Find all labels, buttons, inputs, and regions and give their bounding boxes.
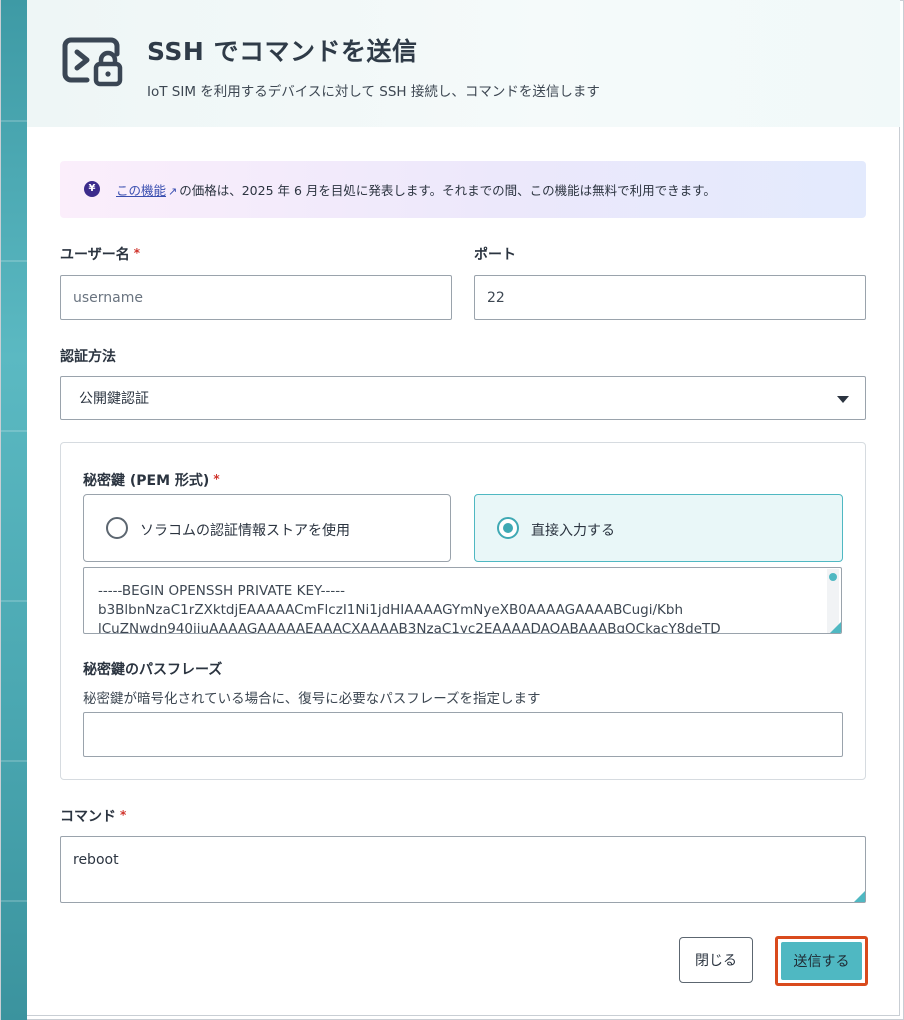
- auth-method-select[interactable]: 公開鍵認証: [60, 376, 866, 420]
- radio-label: 直接入力する: [531, 523, 615, 539]
- auth-method-value: 公開鍵認証: [79, 391, 149, 407]
- auth-method-label: 認証方法: [60, 349, 116, 365]
- key-line: b3BlbnNzaC1rZXktdjEAAAAACmFlczI1Ni1jdHIA…: [98, 602, 684, 618]
- scrollbar-thumb[interactable]: [829, 573, 837, 581]
- radio-direct-input[interactable]: 直接入力する: [474, 494, 843, 562]
- yen-icon: ¥: [84, 181, 100, 197]
- passphrase-description: 秘密鍵が暗号化されている場合に、復号に必要なパスフレーズを指定します: [83, 691, 541, 707]
- terminal-lock-icon: [62, 37, 123, 87]
- command-label: コマンド *: [60, 808, 127, 825]
- key-line: lCuZNwdn940jiuAAAAGAAAAAEAAACXAAAAB3NzaC…: [98, 621, 721, 634]
- resize-handle-icon[interactable]: [830, 622, 841, 633]
- command-value: reboot: [73, 852, 119, 868]
- username-input[interactable]: username: [60, 275, 452, 320]
- passphrase-label: 秘密鍵のパスフレーズ: [83, 662, 223, 678]
- pricing-notice: ¥ この機能 ↗ の価格は、2025 年 6 月を目処に発表します。それまでの間、こ…: [60, 161, 866, 218]
- send-button[interactable]: 送信する: [781, 942, 862, 980]
- radio-credential-store[interactable]: ソラコムの認証情報ストアを使用: [83, 494, 451, 562]
- required-mark: *: [213, 472, 220, 486]
- private-key-textarea[interactable]: -----BEGIN OPENSSH PRIVATE KEY----- b3Bl…: [83, 567, 842, 634]
- private-key-label: 秘密鍵 (PEM 形式) *: [83, 472, 220, 489]
- key-line: -----BEGIN OPENSSH PRIVATE KEY-----: [98, 583, 345, 599]
- feature-link[interactable]: この機能: [116, 183, 166, 198]
- resize-handle-icon[interactable]: [854, 891, 865, 902]
- passphrase-input[interactable]: [83, 712, 843, 757]
- dialog-header: SSH でコマンドを送信 IoT SIM を利用するデバイスに対して SSH 接…: [27, 0, 900, 127]
- radio-label: ソラコムの認証情報ストアを使用: [140, 523, 350, 539]
- required-mark: *: [120, 808, 127, 822]
- required-mark: *: [133, 246, 141, 260]
- background-strip: [1, 0, 27, 1020]
- caret-down-icon: [837, 396, 849, 403]
- close-button[interactable]: 閉じる: [679, 937, 753, 983]
- radio-icon[interactable]: [106, 517, 128, 539]
- dialog-subtitle: IoT SIM を利用するデバイスに対して SSH 接続し、コマンドを送信します: [147, 84, 600, 100]
- command-textarea[interactable]: reboot: [60, 836, 866, 903]
- port-input[interactable]: 22: [474, 275, 866, 320]
- radio-selected-icon[interactable]: [497, 517, 519, 539]
- external-link-icon[interactable]: ↗: [168, 185, 177, 198]
- dialog-title: SSH でコマンドを送信: [147, 37, 418, 66]
- notice-text: の価格は、2025 年 6 月を目処に発表します。それまでの間、この機能は無料で…: [179, 183, 716, 198]
- ssh-command-dialog: SSH でコマンドを送信 IoT SIM を利用するデバイスに対して SSH 接…: [27, 0, 900, 1016]
- username-label: ユーザー名 *: [60, 246, 141, 263]
- port-label: ポート: [474, 247, 516, 263]
